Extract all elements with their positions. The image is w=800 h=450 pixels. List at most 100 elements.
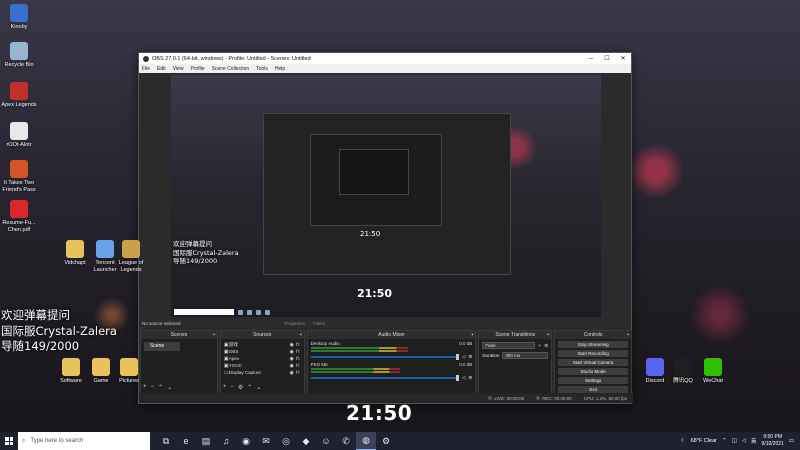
properties-button[interactable]: Properties <box>285 321 306 326</box>
red-app-icon[interactable]: ◉ <box>236 432 256 450</box>
audio-meter <box>310 371 400 373</box>
network-icon[interactable]: ◫ <box>732 438 737 444</box>
volume-icon[interactable]: ◁ <box>462 354 465 360</box>
search-placeholder: Type here to search <box>30 438 84 444</box>
gear-icon[interactable]: ⚙ <box>544 343 548 349</box>
lock-icon[interactable]: ⊓ <box>295 363 301 369</box>
remove-icon[interactable]: − <box>230 384 234 391</box>
notification-icon[interactable]: ▭ <box>789 438 794 444</box>
menu-item[interactable]: Help <box>275 66 285 72</box>
volume-icon[interactable]: ◁ <box>742 438 746 444</box>
obs-window[interactable]: OBS 27.0.1 (64-bit, windows) - Profile: … <box>138 52 633 404</box>
weather-text[interactable]: 68°F Clear <box>691 438 717 444</box>
weather-icon[interactable]: ☾ <box>681 438 686 444</box>
control-button[interactable]: Start Recording <box>558 350 628 357</box>
scene-item[interactable]: Scene <box>144 342 180 351</box>
lock-icon[interactable]: ⊓ <box>295 342 301 348</box>
gear-icon[interactable]: ⚙ <box>468 375 472 381</box>
add-icon[interactable]: + <box>143 384 147 391</box>
move-down-icon[interactable]: ⌄ <box>167 384 172 391</box>
slider-thumb[interactable] <box>455 375 459 381</box>
chrome-icon[interactable]: ◎ <box>276 432 296 450</box>
transition-type-select[interactable]: Fade <box>482 342 536 349</box>
lol-icon <box>122 240 140 258</box>
move-up-icon[interactable]: ⌃ <box>247 384 252 391</box>
channel-db: 0.0 dB <box>459 362 473 367</box>
source-item[interactable]: ▣ YOUC ◉ ⊓ <box>221 362 304 369</box>
settings-icon[interactable]: ⚙ <box>376 432 396 450</box>
edge-icon[interactable]: e <box>176 432 196 450</box>
obs-preview[interactable]: 21:50 欢迎弹幕提问 国际服Crystal-Zalera 导随149/200… <box>171 75 601 317</box>
duration-input[interactable]: 300 ms <box>502 352 549 359</box>
add-icon[interactable]: + <box>538 343 541 348</box>
obs-icon[interactable]: ◍ <box>356 432 376 450</box>
remove-icon[interactable]: − <box>151 384 155 391</box>
menu-item[interactable]: Tools <box>256 66 268 72</box>
mail-icon[interactable]: ✉ <box>256 432 276 450</box>
gear-icon[interactable]: ⚙ <box>238 384 243 391</box>
control-button[interactable]: Exit <box>558 386 628 393</box>
menu-item[interactable]: Scene Collection <box>212 66 250 72</box>
dock-menu-icon[interactable]: ▪ <box>627 331 629 339</box>
menu-item[interactable]: Profile <box>190 66 204 72</box>
tray-arrow-icon[interactable]: ⌃ <box>722 438 727 444</box>
lock-icon[interactable]: ⊓ <box>295 356 301 362</box>
menu-item[interactable]: View <box>173 66 184 72</box>
move-down-icon[interactable]: ⌄ <box>256 384 261 391</box>
wechat-icon[interactable]: ✆ <box>336 432 356 450</box>
desktop-icon-label: It Takes Two Friend's Pass <box>2 180 36 193</box>
dock-menu-icon[interactable]: ▪ <box>472 331 474 339</box>
lock-icon[interactable]: ⊓ <box>295 370 301 376</box>
desktop-icon-label: WeChat <box>703 378 723 384</box>
file-explorer-icon[interactable]: ▤ <box>196 432 216 450</box>
slider-thumb[interactable] <box>455 354 459 360</box>
source-item[interactable]: ▣ 游戏 ◉ ⊓ <box>221 341 304 348</box>
desktop-icon[interactable]: Kinoby <box>0 4 38 31</box>
audio-mixer-title: Audio Mixer <box>378 332 405 338</box>
close-icon[interactable]: ✕ <box>615 55 631 62</box>
source-name: Apex <box>228 356 240 361</box>
start-button[interactable] <box>0 432 18 450</box>
add-icon[interactable]: + <box>223 384 227 391</box>
maximize-icon[interactable]: ☐ <box>599 55 615 62</box>
folder-icon <box>92 358 110 376</box>
control-button[interactable]: Start Virtual Camera <box>558 359 628 366</box>
desktop-icon[interactable]: Pictures <box>110 358 148 385</box>
desktop-icon[interactable]: rOOt-Alotr <box>0 122 38 149</box>
obs-title-bar[interactable]: OBS 27.0.1 (64-bit, windows) - Profile: … <box>139 53 631 64</box>
desktop-icon-label: League of Legends <box>118 260 144 273</box>
volume-slider[interactable] <box>310 354 459 360</box>
source-item[interactable]: ▭ Display Capture ◉ ⊓ <box>221 369 304 376</box>
menu-item[interactable]: Edit <box>157 66 166 72</box>
desktop-icon[interactable]: Apex Legends <box>0 82 38 109</box>
control-button[interactable]: Settings <box>558 377 628 384</box>
desktop-icon[interactable]: Recycle Bin <box>0 42 38 69</box>
windows-logo-icon <box>5 437 13 445</box>
control-button[interactable]: Studio Mode <box>558 368 628 375</box>
lock-icon[interactable]: ⊓ <box>295 349 301 355</box>
dock-menu-icon[interactable]: ▪ <box>300 331 302 339</box>
clock[interactable]: 9:50 PM 9/10/2021 <box>762 434 784 448</box>
language-icon[interactable]: 英 <box>751 437 757 445</box>
dock-menu-icon[interactable]: ▪ <box>213 331 215 339</box>
desktop-icon[interactable]: WeChat <box>694 358 732 385</box>
source-item[interactable]: ▣ OBS ◉ ⊓ <box>221 348 304 355</box>
desktop-icon[interactable]: League of Legends <box>112 240 150 273</box>
minimize-icon[interactable]: ─ <box>583 56 599 62</box>
qq-icon[interactable]: ◆ <box>296 432 316 450</box>
desktop-icon[interactable]: It Takes Two Friend's Pass <box>0 160 38 193</box>
volume-slider[interactable] <box>310 375 459 381</box>
gear-icon[interactable]: ⚙ <box>468 354 472 360</box>
filters-button[interactable]: Filters <box>313 321 325 326</box>
source-item[interactable]: ▣ Apex ◉ ⊓ <box>221 355 304 362</box>
discord-icon[interactable]: ☺ <box>316 432 336 450</box>
dock-menu-icon[interactable]: ▪ <box>547 331 549 339</box>
volume-icon[interactable]: ◁ <box>462 375 465 381</box>
taskbar-search[interactable]: ⌕ Type here to search <box>18 432 150 450</box>
desktop-icon[interactable]: Resume-Fu... Chen.pdf <box>0 200 38 233</box>
task-view-icon[interactable]: ⧉ <box>156 432 176 450</box>
move-up-icon[interactable]: ⌃ <box>158 384 163 391</box>
menu-item[interactable]: File <box>142 66 150 72</box>
control-button[interactable]: Stop Streaming <box>558 341 628 348</box>
netease-music-icon[interactable]: ♫ <box>216 432 236 450</box>
